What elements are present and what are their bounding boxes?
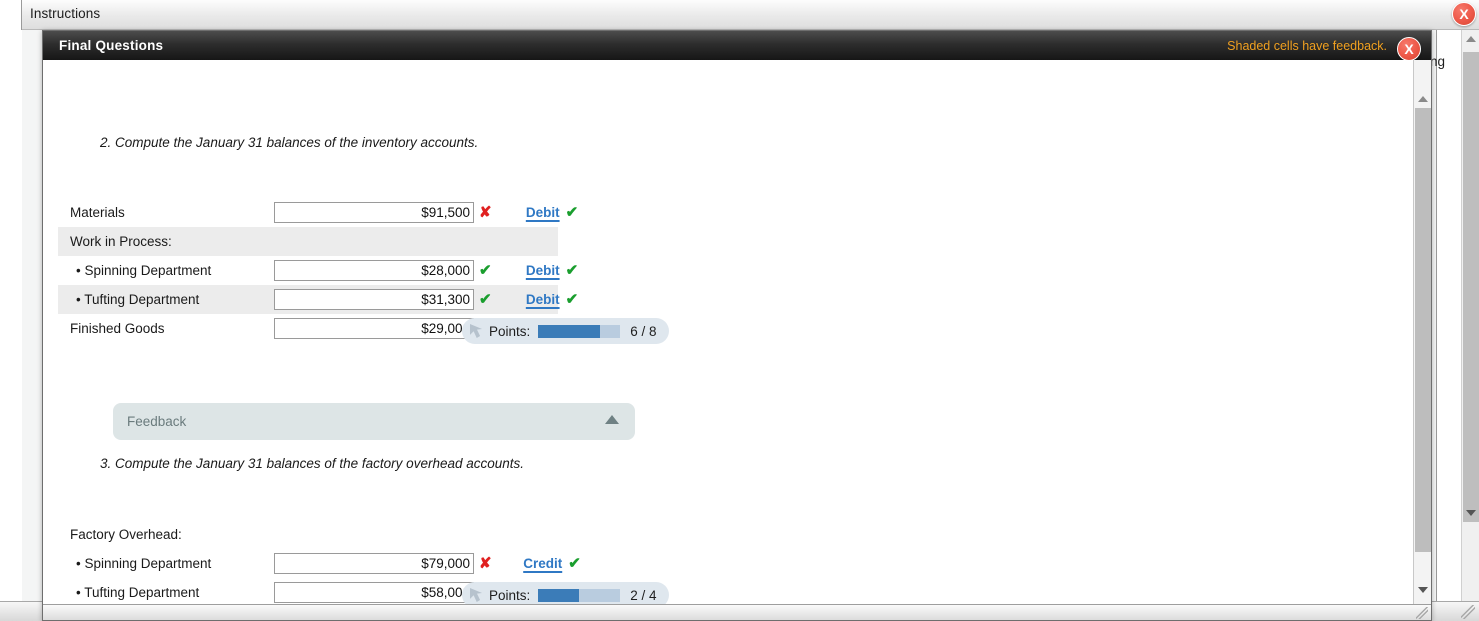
chevron-up-icon[interactable] [605, 415, 619, 424]
modal-title-bar: Final Questions Shaded cells have feedba… [43, 31, 1431, 61]
row-label: Materials [70, 205, 125, 220]
final-questions-modal: Final Questions Shaded cells have feedba… [42, 30, 1432, 621]
shaded-cells-note: Shaded cells have feedback. [1227, 39, 1387, 53]
page-scrollbar-thumb[interactable] [1463, 52, 1479, 522]
points-badge-q3: Points: 2 / 4 [462, 582, 669, 605]
debit-credit-link[interactable]: Debit [526, 292, 560, 307]
points-badge-q2: Points: 6 / 8 [462, 318, 669, 344]
result-mark-correct-icon: ✔ [565, 262, 579, 279]
modal-footer [43, 604, 1431, 620]
pointer-cursor-icon [470, 588, 483, 602]
debit-credit-link-cell: Credit ✔ [516, 554, 588, 573]
result-mark-correct-icon: ✔ [565, 291, 579, 308]
debit-credit-link-cell: Debit ✔ [516, 203, 588, 222]
modal-title: Final Questions [59, 38, 164, 53]
debit-credit-link[interactable]: Credit [523, 556, 562, 571]
pointer-cursor-icon [470, 324, 483, 338]
tab-instructions[interactable]: Instructions [30, 6, 100, 21]
result-mark-incorrect-icon: ✘ [479, 555, 492, 572]
scroll-up-arrow-icon[interactable] [1462, 30, 1479, 48]
screen: Po is a De ng Instructions X Final Quest… [0, 0, 1479, 621]
modal-scrollbar-thumb[interactable] [1415, 90, 1431, 552]
resize-corner-icon[interactable] [1461, 605, 1475, 619]
table-row: Materials ✘ Debit ✔ [58, 198, 578, 227]
page-tab-bar: Instructions [0, 0, 1479, 30]
points-fraction: 2 / 4 [630, 587, 657, 603]
scroll-down-arrow-icon[interactable] [1414, 581, 1431, 599]
row-label: Factory Overhead: [70, 527, 182, 542]
scroll-up-arrow-icon[interactable] [1414, 90, 1431, 108]
points-label: Points: [489, 587, 531, 603]
table-row: • Spinning Department ✔ Debit ✔ [58, 256, 578, 285]
background-text: ng [1430, 54, 1446, 69]
answer-input[interactable] [274, 260, 474, 281]
feedback-panel[interactable]: Feedback [113, 403, 635, 440]
points-label: Points: [489, 323, 531, 339]
modal-close-button[interactable]: X [1397, 37, 1421, 61]
modal-body: 2. Compute the January 31 balances of th… [43, 60, 1431, 605]
result-mark-correct-icon: ✔ [568, 555, 581, 572]
debit-credit-link-cell: Debit ✔ [516, 261, 588, 280]
question-3-prompt: 3. Compute the January 31 balances of th… [100, 456, 525, 471]
page-close-button[interactable]: X [1452, 2, 1476, 26]
table-row: • Tufting Department ✔ Debit ✔ [58, 285, 578, 314]
result-mark-correct-icon: ✔ [565, 204, 579, 221]
answer-input[interactable] [274, 318, 474, 339]
modal-scrollbar[interactable] [1413, 60, 1431, 605]
feedback-panel-title: Feedback [127, 414, 187, 429]
table-row-section-header: Factory Overhead: [58, 520, 558, 549]
debit-credit-link[interactable]: Debit [526, 263, 560, 278]
points-progress-fill [538, 588, 580, 602]
answer-input[interactable] [274, 582, 474, 603]
row-label: • Tufting Department [76, 292, 200, 307]
questions-content: 2. Compute the January 31 balances of th… [43, 60, 1413, 605]
question-2-prompt: 2. Compute the January 31 balances of th… [100, 135, 479, 150]
debit-credit-link-cell: Debit ✔ [516, 290, 588, 309]
row-label: • Tufting Department [76, 585, 200, 600]
debit-credit-link[interactable]: Debit [526, 205, 560, 220]
tab-bar-left-edge [0, 0, 22, 30]
result-mark-correct-icon: ✔ [479, 291, 492, 308]
points-progress-fill [538, 324, 600, 338]
row-label: Finished Goods [70, 321, 165, 336]
answer-input[interactable] [274, 202, 474, 223]
row-label: • Spinning Department [76, 556, 212, 571]
resize-corner-icon[interactable] [1416, 607, 1428, 619]
row-label: Work in Process: [70, 234, 172, 249]
points-fraction: 6 / 8 [630, 323, 657, 339]
result-mark-incorrect-icon: ✘ [479, 204, 492, 221]
answer-input[interactable] [274, 553, 474, 574]
points-progress-bar [538, 588, 621, 602]
answer-input[interactable] [274, 289, 474, 310]
scroll-down-arrow-icon[interactable] [1462, 504, 1479, 522]
result-mark-correct-icon: ✔ [479, 262, 492, 279]
page-scrollbar[interactable] [1461, 30, 1479, 603]
table-row: • Spinning Department ✘ Credit ✔ [58, 549, 581, 578]
table-row-section-header: Work in Process: [58, 227, 558, 256]
row-label: • Spinning Department [76, 263, 212, 278]
points-progress-bar [538, 324, 621, 338]
